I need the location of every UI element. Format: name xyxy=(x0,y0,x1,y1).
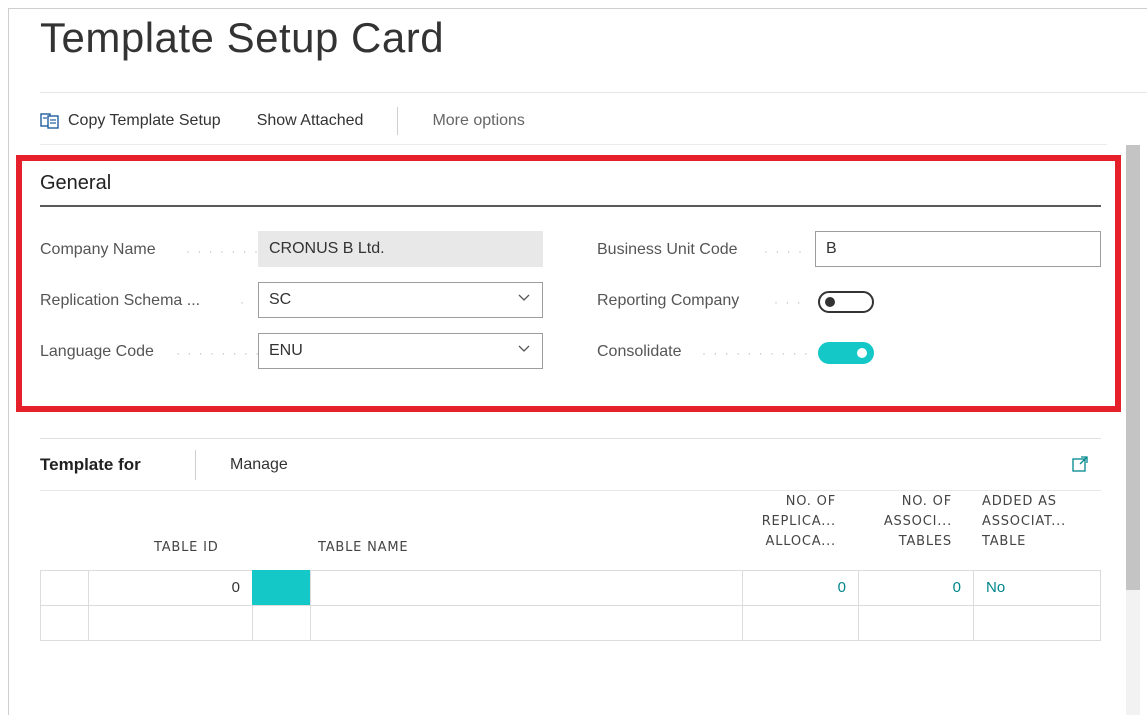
more-options-label: More options xyxy=(432,112,525,129)
template-for-title[interactable]: Template for xyxy=(40,455,141,475)
table-id-cell[interactable]: 0 xyxy=(88,570,253,606)
part-divider xyxy=(40,438,1101,439)
table-name-cell[interactable] xyxy=(310,570,743,606)
added-as-cell[interactable] xyxy=(973,605,1101,641)
col-added-as[interactable]: ADDED AS ASSOCIAT... TABLE xyxy=(982,492,1092,552)
col-no-replica-line3: ALLOCA... xyxy=(765,534,836,549)
added-as-cell[interactable]: No xyxy=(973,570,1101,606)
scrollbar-thumb[interactable] xyxy=(1126,145,1140,590)
part-header-divider xyxy=(40,490,1101,491)
page-title: Template Setup Card xyxy=(40,14,445,61)
col-no-assoc-line3: TABLES xyxy=(898,534,952,549)
action-separator xyxy=(397,107,399,135)
expand-icon[interactable] xyxy=(1072,456,1088,472)
col-added-line3: TABLE xyxy=(982,534,1027,549)
title-divider xyxy=(40,92,1147,93)
no-assoc-cell[interactable]: 0 xyxy=(858,570,974,606)
col-table-id[interactable]: TABLE ID xyxy=(154,538,219,558)
col-table-name[interactable]: TABLE NAME xyxy=(318,538,408,558)
highlight-box xyxy=(16,155,1121,412)
row-marker[interactable] xyxy=(40,605,89,641)
actionbar-divider xyxy=(40,144,1107,145)
table-id-cell[interactable] xyxy=(88,605,253,641)
copy-icon xyxy=(40,113,59,129)
more-options-button[interactable]: More options xyxy=(432,112,525,130)
row-marker[interactable] xyxy=(40,570,89,606)
copy-template-setup-button[interactable]: Copy Template Setup xyxy=(40,112,221,130)
col-added-line2: ASSOCIAT... xyxy=(982,514,1067,529)
no-replica-cell[interactable]: 0 xyxy=(742,570,859,606)
table-id-lookup-cell[interactable] xyxy=(252,570,311,606)
part-separator xyxy=(195,450,196,480)
show-attached-label: Show Attached xyxy=(256,112,364,129)
col-no-replica-line1: NO. OF xyxy=(785,494,836,509)
col-no-assoc-line2: ASSOCI... xyxy=(883,514,952,529)
col-no-replica-line2: REPLICA... xyxy=(761,514,836,529)
col-no-assoc[interactable]: NO. OF ASSOCI... TABLES xyxy=(866,492,952,552)
show-attached-button[interactable]: Show Attached xyxy=(257,112,364,130)
copy-template-setup-label: Copy Template Setup xyxy=(68,112,221,129)
no-assoc-cell[interactable] xyxy=(858,605,974,641)
col-no-assoc-line1: NO. OF xyxy=(901,494,952,509)
manage-menu[interactable]: Manage xyxy=(230,456,288,474)
col-no-replica[interactable]: NO. OF REPLICA... ALLOCA... xyxy=(752,492,836,552)
col-added-line1: ADDED AS xyxy=(982,494,1057,509)
no-replica-cell[interactable] xyxy=(742,605,859,641)
table-name-cell[interactable] xyxy=(310,605,743,641)
table-id-lookup-cell[interactable] xyxy=(252,605,311,641)
action-bar: Copy Template Setup Show Attached More o… xyxy=(40,107,525,135)
